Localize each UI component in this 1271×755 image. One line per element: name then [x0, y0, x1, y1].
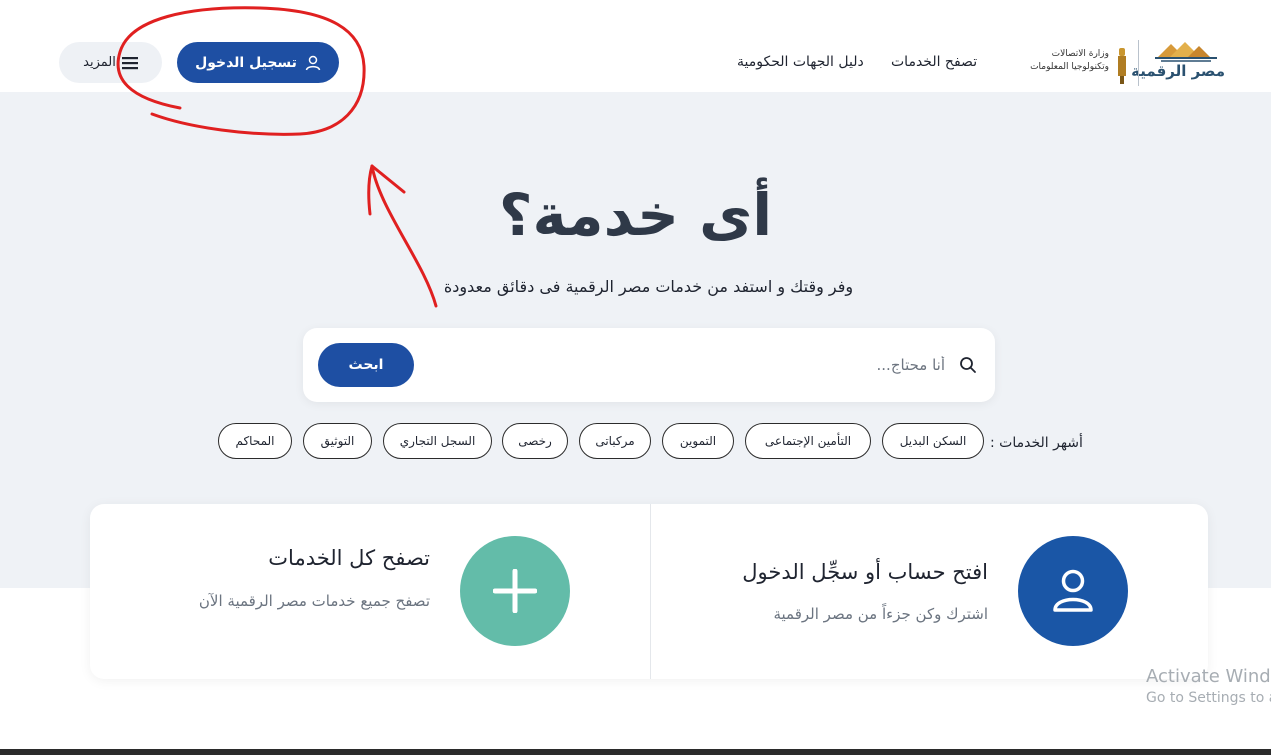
plus-icon: [493, 569, 537, 613]
user-icon: [305, 55, 321, 70]
pyramids-icon: [1155, 42, 1217, 62]
more-menu-button[interactable]: المزيد: [59, 42, 162, 83]
hamburger-menu-icon: [121, 56, 138, 69]
browse-card-icon[interactable]: [460, 536, 570, 646]
logo-text: مصر الرقمية: [1131, 62, 1225, 80]
ministry-logo: وزارة الاتصالات وتكنولوجيا المعلومات: [1030, 46, 1129, 84]
login-button-label: تسجيل الدخول: [195, 54, 297, 71]
windows-activation-watermark: Activate Windo Go to Settings to a: [1146, 666, 1271, 706]
ministry-name-line2: وتكنولوجيا المعلومات: [1030, 62, 1109, 72]
more-button-label: المزيد: [83, 55, 116, 70]
popular-services-label: أشهر الخدمات :: [990, 435, 1083, 451]
search-bar: ابحث: [303, 328, 995, 402]
account-card-icon[interactable]: [1018, 536, 1128, 646]
service-chip-vehicles[interactable]: مركباتى: [579, 423, 651, 459]
search-icon: [960, 357, 976, 373]
nav-gov-directory[interactable]: دليل الجهات الحكومية: [737, 54, 864, 70]
hero-subtitle: وفر وقتك و استفد من خدمات مصر الرقمية فى…: [443, 277, 854, 296]
cards-divider: [650, 504, 651, 679]
login-button[interactable]: تسجيل الدخول: [177, 42, 339, 83]
account-card-description: اشترك وكن جزءاً من مصر الرقمية: [773, 605, 988, 623]
brand-logos[interactable]: مصر الرقمية وزارة الاتصالات وتكنولوجيا ا…: [1030, 40, 1225, 86]
service-chip-commercial-registry[interactable]: السجل التجاري: [383, 423, 492, 459]
action-cards: افتح حساب أو سجِّل الدخول اشترك وكن جزءا…: [90, 504, 1208, 679]
service-chip-courts[interactable]: المحاكم: [218, 423, 292, 459]
hero-title: أى خدمة؟: [498, 181, 773, 249]
taskbar-strip: [0, 749, 1271, 755]
service-chip-licenses[interactable]: رخصى: [502, 423, 568, 459]
search-input[interactable]: [645, 347, 945, 383]
nav-browse-services[interactable]: تصفح الخدمات: [891, 54, 977, 70]
site-header: مصر الرقمية وزارة الاتصالات وتكنولوجيا ا…: [0, 0, 1271, 92]
pharaoh-emblem-icon: [1118, 48, 1126, 84]
account-card-title[interactable]: افتح حساب أو سجِّل الدخول: [742, 560, 988, 584]
service-chip-alternative-housing[interactable]: السكن البديل: [882, 423, 984, 459]
watermark-line1: Activate Windo: [1146, 666, 1271, 687]
service-chip-supply[interactable]: التموين: [662, 423, 734, 459]
browse-card-description: تصفح جميع خدمات مصر الرقمية الآن: [198, 592, 430, 610]
ministry-name-line1: وزارة الاتصالات: [1051, 49, 1109, 59]
search-button[interactable]: ابحث: [318, 343, 414, 387]
browse-card-title[interactable]: تصفح كل الخدمات: [268, 546, 430, 570]
digital-egypt-logo[interactable]: مصر الرقمية: [1131, 40, 1225, 86]
service-chip-notarization[interactable]: التوثيق: [303, 423, 372, 459]
brand-divider: [1138, 40, 1139, 86]
watermark-line2: Go to Settings to a: [1146, 690, 1271, 706]
service-chip-social-insurance[interactable]: التأمين الإجتماعى: [745, 423, 871, 459]
user-icon: [1053, 569, 1093, 612]
